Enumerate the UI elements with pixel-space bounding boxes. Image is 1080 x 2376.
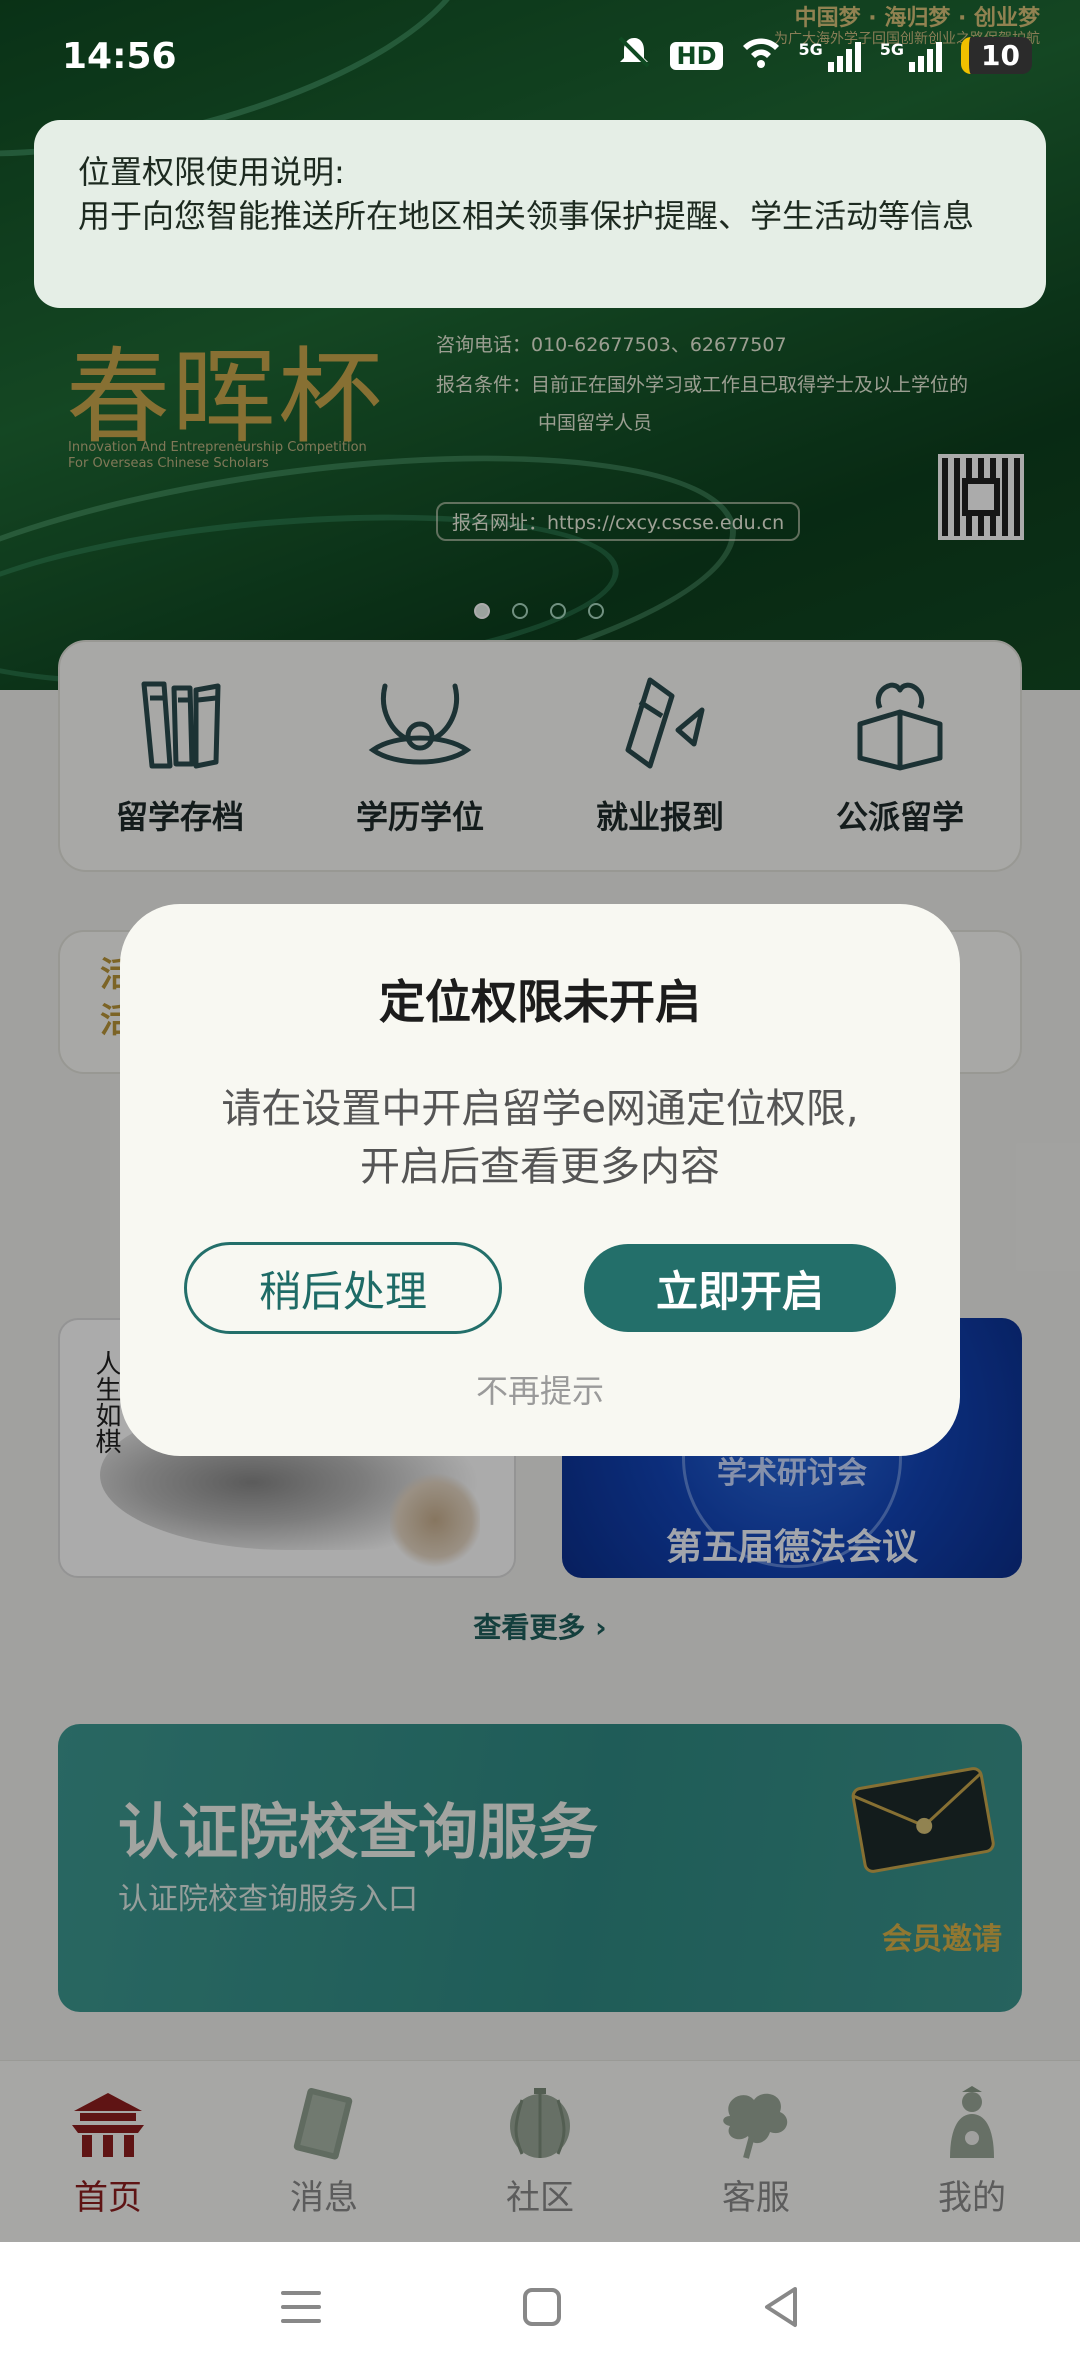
battery-icon: 10	[961, 37, 1032, 74]
dont-remind-link[interactable]: 不再提示	[120, 1366, 960, 1412]
signal-5g-icon: 5G	[880, 40, 943, 72]
mute-icon	[616, 34, 652, 77]
wifi-icon	[741, 36, 781, 75]
enable-now-button[interactable]: 立即开启	[584, 1244, 896, 1332]
status-time: 14:56	[62, 36, 177, 77]
back-icon[interactable]	[761, 2285, 801, 2333]
hd-icon: HD	[670, 41, 723, 70]
dialog-title: 定位权限未开启	[379, 975, 701, 1029]
menu-icon[interactable]	[279, 2289, 323, 2329]
signal-5g-icon: 5G	[799, 40, 862, 72]
toast-title: 位置权限使用说明:	[78, 153, 345, 191]
permission-toast: 位置权限使用说明: 用于向您智能推送所在地区相关领事保护提醒、学生活动等信息	[34, 120, 1046, 308]
status-bar: 14:56 HD 5G 5G 10	[0, 0, 1080, 120]
location-permission-dialog: 定位权限未开启 请在设置中开启留学e网通定位权限, 开启后查看更多内容 稍后处理…	[120, 904, 960, 1456]
dialog-message: 请在设置中开启留学e网通定位权限, 开启后查看更多内容	[221, 1086, 859, 1190]
later-button[interactable]: 稍后处理	[184, 1242, 502, 1334]
toast-message: 用于向您智能推送所在地区相关领事保护提醒、学生活动等信息	[78, 197, 975, 235]
status-icons: HD 5G 5G 10	[616, 34, 1032, 77]
home-square-icon[interactable]	[522, 2287, 562, 2331]
system-navigation-bar	[0, 2242, 1080, 2376]
